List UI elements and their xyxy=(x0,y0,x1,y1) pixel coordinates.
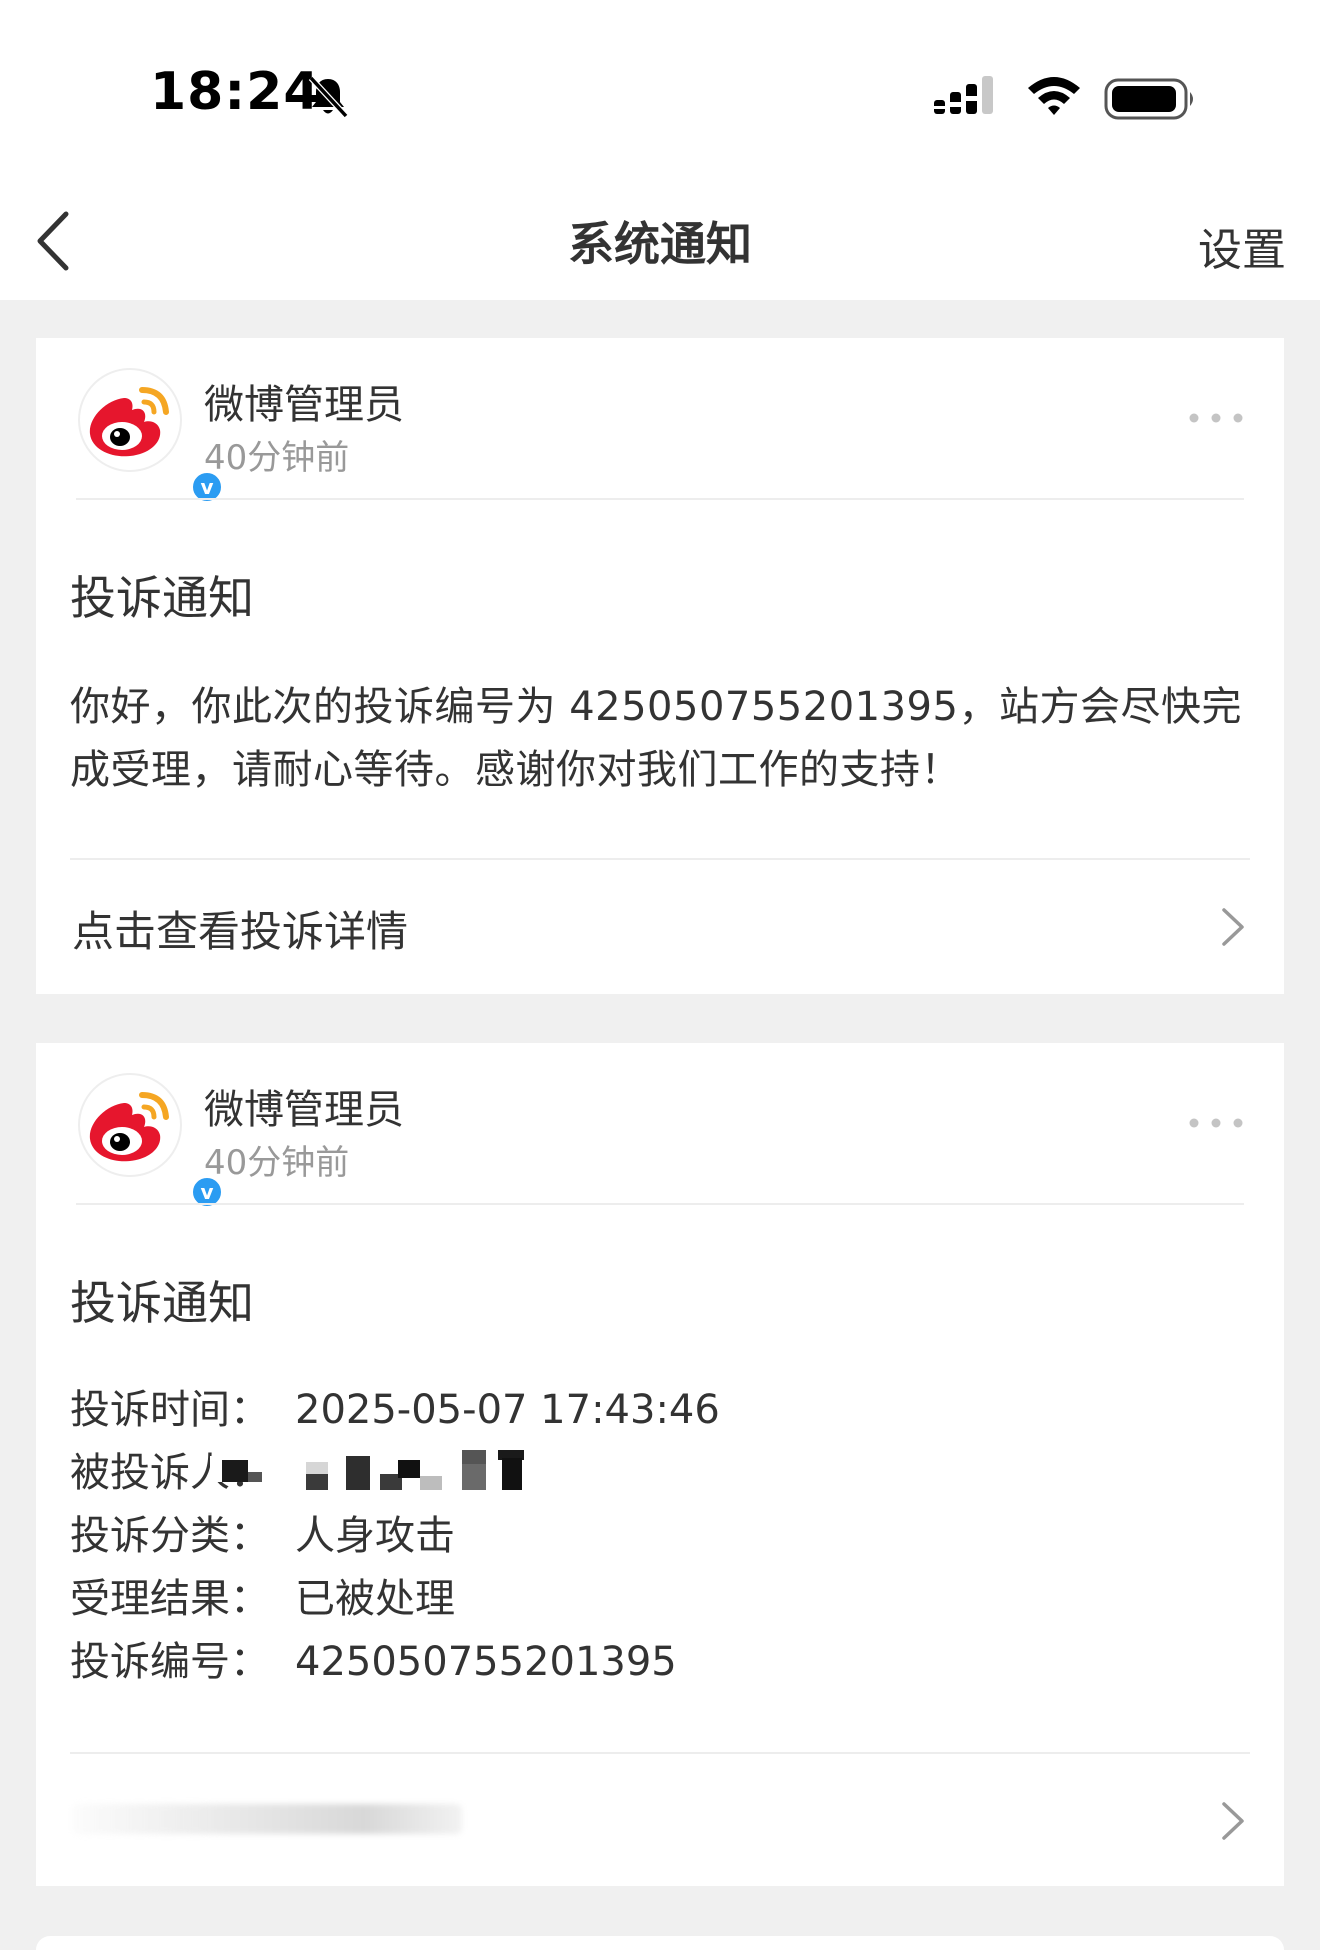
divider xyxy=(76,1203,1244,1205)
weibo-logo-icon xyxy=(89,1092,169,1162)
detail-label: 投诉时间： xyxy=(70,1387,270,1433)
complaint-time-value: 2025-05-07 17:43:46 xyxy=(295,1387,720,1433)
signal-icon xyxy=(934,76,993,114)
more-options-icon[interactable] xyxy=(1188,408,1244,428)
more-options-icon[interactable] xyxy=(1188,1113,1244,1133)
battery-icon xyxy=(1104,78,1193,120)
redacted-mosaic xyxy=(210,1450,630,1496)
settings-button[interactable]: 设置 xyxy=(1198,214,1286,278)
divider xyxy=(76,498,1244,500)
notification-card-partial xyxy=(36,1936,1284,1950)
complaint-details: 投诉时间： 2025-05-07 17:43:46 被投诉人： 投诉分类： 人身… xyxy=(70,1379,1250,1694)
sender-name[interactable]: 微博管理员 xyxy=(204,1077,404,1135)
weibo-logo-icon xyxy=(89,387,169,457)
page-title: 系统通知 xyxy=(568,217,752,271)
notice-title: 投诉通知 xyxy=(70,1276,254,1330)
card-header: v 微博管理员 40分钟前 xyxy=(36,1043,1284,1209)
detail-row: 投诉时间： 2025-05-07 17:43:46 xyxy=(70,1379,1250,1442)
view-complaint-details-link[interactable]: 点击查看投诉详情 xyxy=(36,860,1284,994)
detail-row: 投诉分类： 人身攻击 xyxy=(70,1505,1250,1568)
chevron-right-icon xyxy=(1222,908,1244,946)
detail-row: 投诉编号： 425050755201395 xyxy=(70,1631,1250,1694)
complaint-category-value: 人身攻击 xyxy=(295,1513,455,1559)
chevron-right-icon xyxy=(1222,1802,1244,1840)
sender-name[interactable]: 微博管理员 xyxy=(204,372,404,430)
status-time: 18:24 xyxy=(150,62,321,122)
notice-title: 投诉通知 xyxy=(70,571,254,625)
detail-label: 受理结果： xyxy=(70,1576,270,1622)
notification-card: v 微博管理员 40分钟前 投诉通知 投诉时间： 2025-05-07 17:4… xyxy=(36,1043,1284,1886)
card-header: v 微博管理员 40分钟前 xyxy=(36,338,1284,504)
detail-label: 投诉分类： xyxy=(70,1513,270,1559)
blurred-detail-link[interactable] xyxy=(36,1754,1284,1888)
detail-label: 投诉编号： xyxy=(70,1639,270,1685)
status-bar: 18:24 xyxy=(0,0,1320,150)
handling-result-value: 已被处理 xyxy=(295,1576,455,1622)
sent-time: 40分钟前 xyxy=(204,438,350,478)
avatar[interactable]: v xyxy=(78,368,224,504)
link-label: 点击查看投诉详情 xyxy=(72,907,409,956)
bell-slash-icon xyxy=(308,75,349,119)
sent-time: 40分钟前 xyxy=(204,1143,350,1183)
blurred-link-label xyxy=(72,1804,462,1834)
avatar[interactable]: v xyxy=(78,1073,224,1209)
wifi-icon xyxy=(1028,77,1080,115)
detail-row: 受理结果： 已被处理 xyxy=(70,1568,1250,1631)
detail-row: 被投诉人： xyxy=(70,1442,1250,1505)
notification-card: v 微博管理员 40分钟前 投诉通知 你好，你此次的投诉编号为 42505075… xyxy=(36,338,1284,994)
nav-bar: 系统通知 设置 xyxy=(0,150,1320,300)
complaint-number-value: 425050755201395 xyxy=(295,1639,677,1685)
notice-body: 你好，你此次的投诉编号为 425050755201395，站方会尽快完成受理，请… xyxy=(70,684,1242,793)
